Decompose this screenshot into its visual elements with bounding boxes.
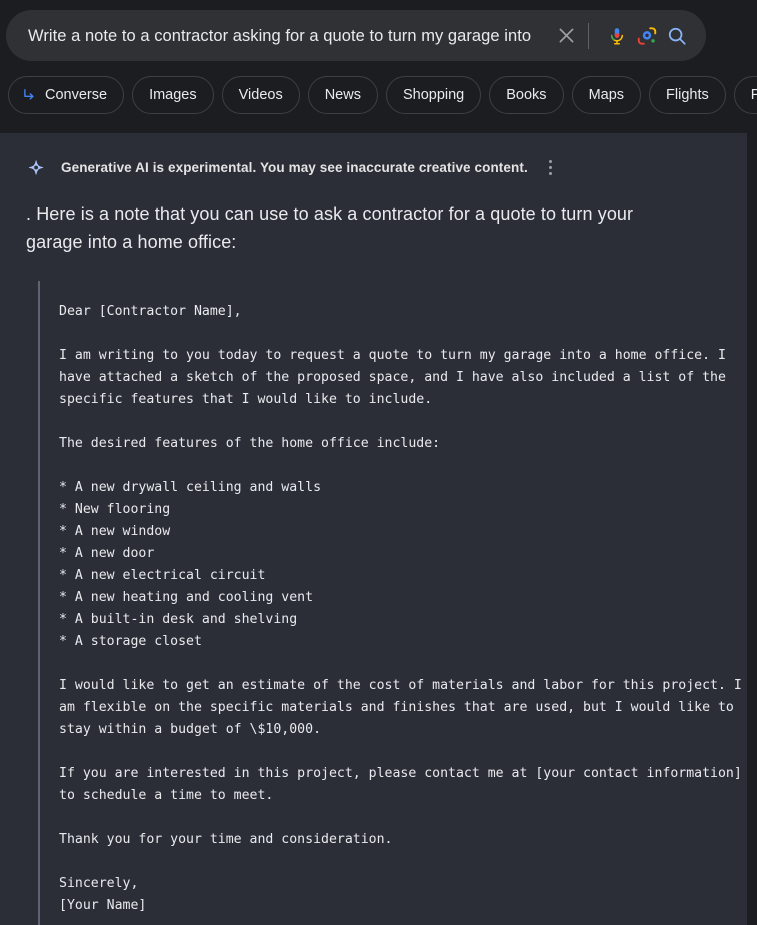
chip-label: Finance (750, 87, 757, 103)
chip-videos[interactable]: Videos (221, 76, 300, 114)
chip-label: Converse (45, 87, 108, 103)
chip-label: Shopping (402, 87, 465, 103)
chip-finance[interactable]: Finance (733, 76, 757, 114)
search-input[interactable]: Write a note to a contractor asking for … (28, 26, 551, 46)
chip-label: Images (149, 87, 197, 103)
chip-label: News (324, 87, 361, 103)
subdirectory-arrow-right-icon (21, 87, 38, 104)
search-header: Write a note to a contractor asking for … (0, 0, 757, 133)
answer-code-block: Dear [Contractor Name], I am writing to … (38, 281, 752, 925)
clear-search-icon[interactable] (551, 21, 581, 51)
chip-flights[interactable]: Flights (649, 76, 726, 114)
search-divider (588, 22, 589, 49)
code-block-text: Dear [Contractor Name], I am writing to … (59, 304, 742, 913)
chip-shopping[interactable]: Shopping (385, 76, 482, 114)
panel-right-gutter (747, 133, 752, 925)
filter-chips-row: Converse Images Videos News Shopping Boo… (8, 76, 757, 114)
ai-sparkle-icon (24, 155, 49, 180)
search-bar[interactable]: Write a note to a contractor asking for … (6, 10, 706, 61)
microphone-icon[interactable] (602, 21, 632, 51)
chip-label: Books (506, 87, 547, 103)
search-submit-icon[interactable] (662, 21, 692, 51)
chip-maps[interactable]: Maps (571, 76, 642, 114)
chip-news[interactable]: News (307, 76, 378, 114)
chip-books[interactable]: Books (489, 76, 564, 114)
answer-intro-text: . Here is a note that you can use to ask… (26, 204, 634, 252)
disclaimer-text: Generative AI is experimental. You may s… (61, 160, 528, 175)
chip-images[interactable]: Images (132, 76, 214, 114)
chip-label: Videos (238, 87, 283, 103)
chip-converse[interactable]: Converse (8, 76, 125, 114)
chip-label: Flights (666, 87, 709, 103)
more-options-kebab-icon[interactable] (542, 157, 560, 179)
disclaimer-row: Generative AI is experimental. You may s… (0, 133, 752, 180)
google-lens-icon[interactable] (632, 21, 662, 51)
generative-ai-answer-panel: Generative AI is experimental. You may s… (0, 133, 752, 925)
chip-label: Maps (588, 87, 625, 103)
